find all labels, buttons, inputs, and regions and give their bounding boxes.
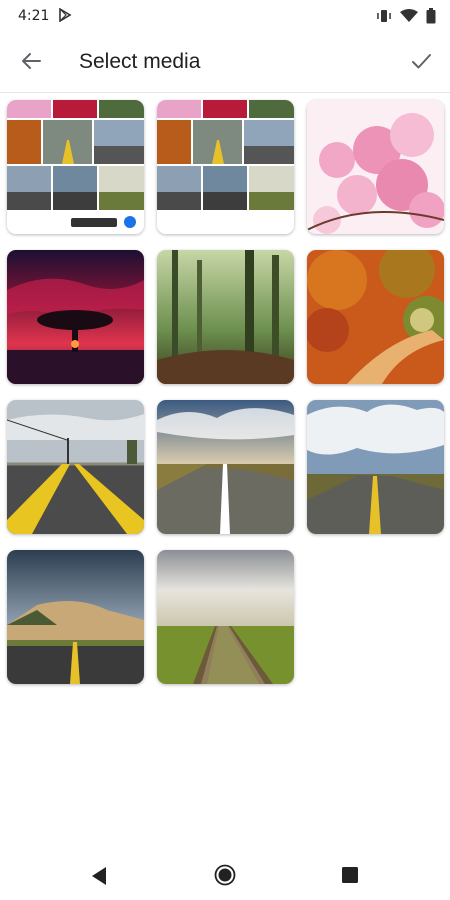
status-bar: 4:21 — [0, 0, 450, 32]
back-button[interactable] — [16, 48, 46, 78]
battery-icon — [426, 8, 436, 29]
media-road-mountain[interactable] — [7, 550, 144, 684]
nav-home-icon[interactable] — [214, 864, 236, 891]
media-misty-forest[interactable] — [157, 250, 294, 384]
checkmark-icon — [410, 50, 432, 77]
status-time: 4:21 — [18, 8, 50, 24]
media-tree-sunset[interactable] — [7, 250, 144, 384]
app-bar: Select media — [0, 32, 450, 93]
vibrate-icon — [376, 9, 392, 28]
play-store-icon — [58, 7, 72, 27]
media-screenshot-1[interactable] — [7, 100, 144, 234]
nav-recents-icon[interactable] — [341, 866, 359, 889]
arrow-back-icon — [20, 50, 42, 77]
status-icons — [376, 8, 436, 29]
media-cherry-blossom[interactable] — [307, 100, 444, 234]
media-road-white-line[interactable] — [157, 400, 294, 534]
media-screenshot-2[interactable] — [157, 100, 294, 234]
media-autumn-path[interactable] — [307, 250, 444, 384]
page-title: Select media — [79, 50, 201, 73]
media-road-yellow-lines[interactable] — [7, 400, 144, 534]
confirm-button[interactable] — [406, 48, 436, 78]
media-railway-tracks[interactable] — [157, 550, 294, 684]
nav-back-icon[interactable] — [90, 866, 108, 891]
media-road-prairie[interactable] — [307, 400, 444, 534]
navigation-bar — [0, 852, 450, 900]
wifi-icon — [400, 9, 418, 28]
